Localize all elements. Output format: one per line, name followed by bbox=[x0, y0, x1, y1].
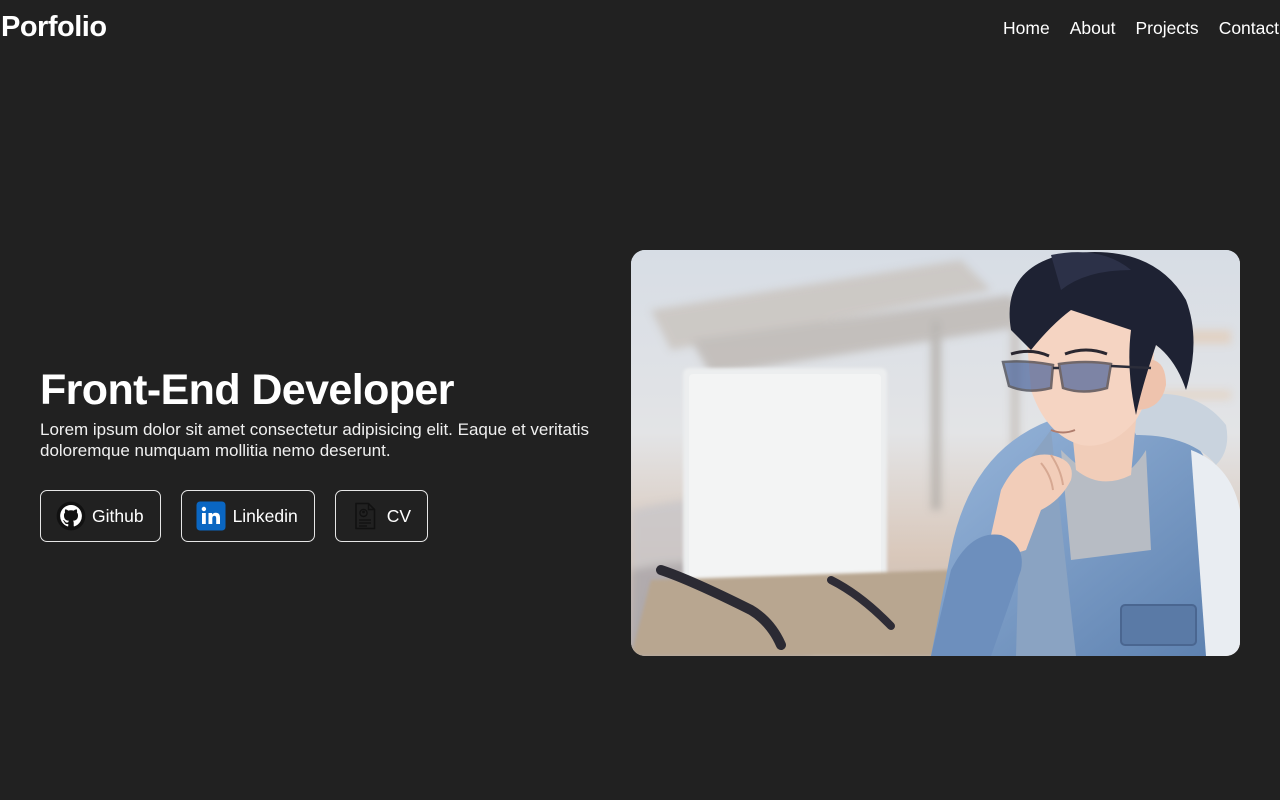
social-buttons: Github Linkedin CV bbox=[40, 490, 429, 542]
document-icon bbox=[350, 501, 381, 532]
linkedin-label: Linkedin bbox=[232, 505, 298, 526]
github-label: Github bbox=[92, 505, 144, 526]
nav-home[interactable]: Home bbox=[1003, 17, 1050, 39]
cv-label: CV bbox=[386, 505, 412, 526]
nav-about[interactable]: About bbox=[1070, 17, 1116, 39]
github-button[interactable]: Github bbox=[40, 490, 161, 542]
brand-logo[interactable]: Porfolio bbox=[1, 11, 107, 44]
linkedin-icon bbox=[196, 501, 227, 532]
page: Porfolio Home About Projects Contact Fro… bbox=[0, 0, 1280, 800]
cv-button[interactable]: CV bbox=[334, 490, 429, 542]
nav-contact[interactable]: Contact bbox=[1219, 17, 1279, 39]
hero-title: Front-End Developer bbox=[40, 366, 454, 414]
nav-projects[interactable]: Projects bbox=[1135, 17, 1198, 39]
github-icon bbox=[55, 501, 86, 532]
main-nav: Home About Projects Contact bbox=[1003, 17, 1279, 39]
linkedin-button[interactable]: Linkedin bbox=[180, 490, 315, 542]
hero-description: Lorem ipsum dolor sit amet consectetur a… bbox=[40, 420, 589, 460]
hero-illustration bbox=[631, 250, 1240, 656]
developer-illustration bbox=[631, 250, 1240, 656]
